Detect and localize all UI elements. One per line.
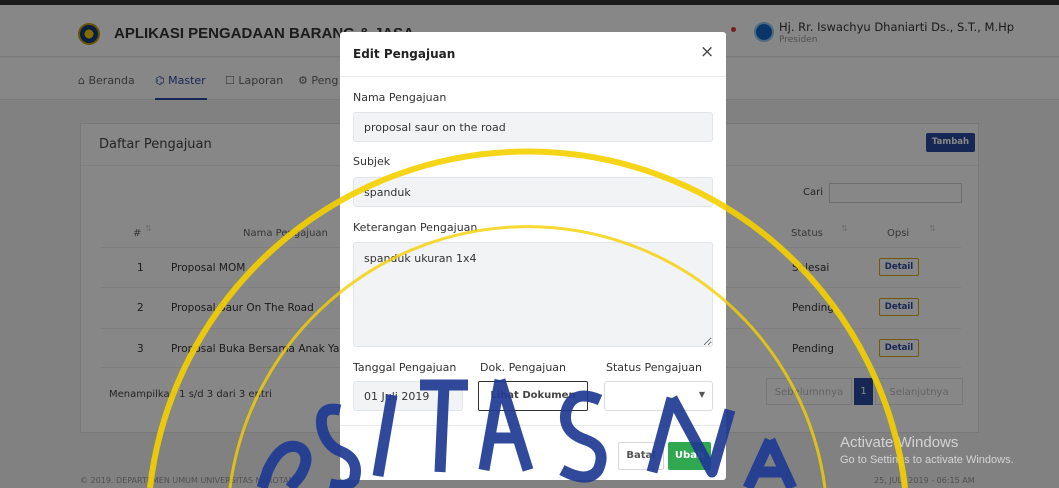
subjek-input[interactable] [353,177,713,207]
cancel-button[interactable]: Batal [618,442,664,470]
caret-down-icon: ▼ [698,390,705,399]
keterangan-label: Keterangan Pengajuan [353,221,478,234]
status-select[interactable]: ▼ [604,381,713,411]
modal-header: Edit Pengajuan × [340,32,726,77]
nama-label: Nama Pengajuan [353,91,447,104]
activate-windows-subtitle: Go to Settings to activate Windows. [840,454,1014,466]
close-icon[interactable]: × [700,42,714,62]
nama-input[interactable] [353,112,713,142]
activate-windows-title: Activate Windows [840,434,959,451]
status-label: Status Pengajuan [606,361,702,374]
dok-label: Dok. Pengajuan [480,361,567,374]
submit-button[interactable]: Ubah [668,442,711,470]
edit-pengajuan-modal: Edit Pengajuan × Nama Pengajuan Subjek K… [340,32,726,480]
tanggal-label: Tanggal Pengajuan [353,361,457,374]
keterangan-textarea[interactable]: spanduk ukuran 1x4 [353,242,713,347]
modal-title: Edit Pengajuan [353,47,456,61]
view-document-button[interactable]: Lihat Dokumen [478,381,588,411]
subjek-label: Subjek [353,155,391,168]
modal-footer-divider [340,425,726,426]
tanggal-input[interactable] [353,381,463,411]
